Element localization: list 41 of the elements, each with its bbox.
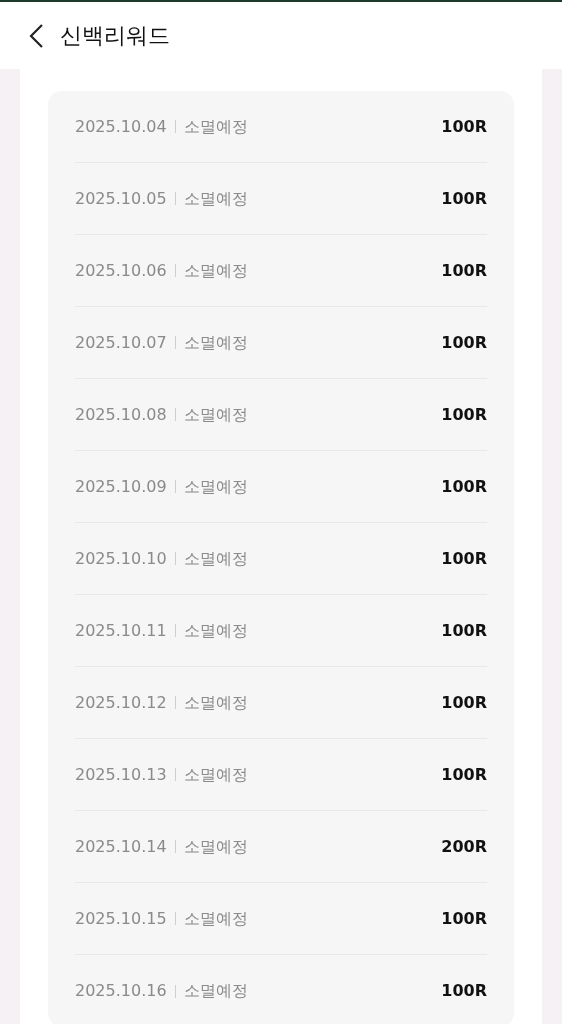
reward-amount: 100R: [441, 403, 487, 426]
expiry-date: 2025.10.06: [75, 259, 167, 282]
expiry-date: 2025.10.10: [75, 547, 167, 570]
expiry-date: 2025.10.16: [75, 980, 167, 1002]
expiry-date: 2025.10.08: [75, 403, 167, 426]
status-label: 소멸예정: [183, 331, 248, 354]
status-label: 소멸예정: [183, 835, 248, 858]
expiry-date: 2025.10.13: [75, 763, 167, 786]
back-icon[interactable]: [28, 22, 44, 49]
expiry-date: 2025.10.04: [75, 115, 167, 138]
status-label: 소멸예정: [183, 763, 248, 786]
expiry-date: 2025.10.14: [75, 835, 167, 858]
reward-amount: 100R: [441, 619, 487, 642]
status-label: 소멸예정: [183, 547, 248, 570]
expiry-date: 2025.10.12: [75, 691, 167, 714]
status-label: 소멸예정: [183, 259, 248, 282]
status-label: 소멸예정: [183, 980, 248, 1002]
reward-amount: 200R: [441, 835, 487, 858]
reward-amount: 100R: [441, 980, 487, 1002]
reward-amount: 100R: [441, 331, 487, 354]
status-label: 소멸예정: [183, 115, 248, 138]
reward-amount: 100R: [441, 475, 487, 498]
expiry-date: 2025.10.05: [75, 187, 167, 210]
expiry-date: 2025.10.07: [75, 331, 167, 354]
reward-amount: 100R: [441, 115, 487, 138]
page-title: 신백리워드: [60, 22, 170, 50]
status-label: 소멸예정: [183, 403, 248, 426]
status-label: 소멸예정: [183, 691, 248, 714]
status-label: 소멸예정: [183, 907, 248, 930]
reward-amount: 100R: [441, 691, 487, 714]
reward-amount: 100R: [441, 259, 487, 282]
expiry-date: 2025.10.15: [75, 907, 167, 930]
status-label: 소멸예정: [183, 187, 248, 210]
expiry-date: 2025.10.11: [75, 619, 167, 642]
reward-amount: 100R: [441, 763, 487, 786]
reward-amount: 100R: [441, 547, 487, 570]
expiry-date: 2025.10.09: [75, 475, 167, 498]
reward-amount: 100R: [441, 187, 487, 210]
status-label: 소멸예정: [183, 475, 248, 498]
status-label: 소멸예정: [183, 619, 248, 642]
reward-amount: 100R: [441, 907, 487, 930]
